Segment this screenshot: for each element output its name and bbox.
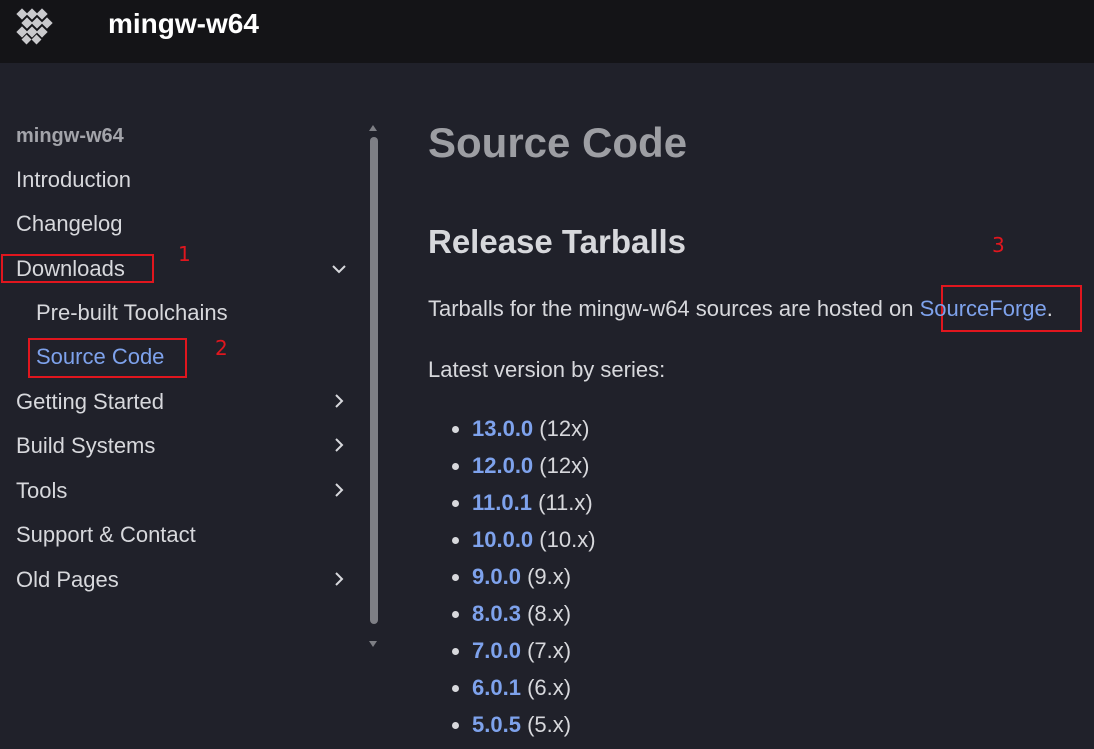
annotation-number-1: 1 [178,242,191,266]
scroll-up-arrow-icon[interactable] [369,125,377,131]
top-bar: mingw-w64 [0,0,1094,63]
version-series: (9.x) [527,564,572,589]
version-series: (5.x) [527,712,572,737]
version-link[interactable]: 8.0.3 [472,601,521,626]
version-list: 13.0.0 (12x) 12.0.0 (12x) 11.0.1 (11.x) … [450,414,596,747]
list-item: 6.0.1 (6.x) [450,673,596,710]
sidebar-item-support-contact[interactable]: Support & Contact [16,521,196,549]
version-link[interactable]: 12.0.0 [472,453,533,478]
version-link[interactable]: 6.0.1 [472,675,521,700]
version-link[interactable]: 11.0.1 [472,490,532,515]
sidebar-item-prebuilt-toolchains[interactable]: Pre-built Toolchains [36,299,228,327]
bullet-icon [452,426,459,433]
bullet-icon [452,685,459,692]
bullet-icon [452,463,459,470]
version-series: (6.x) [527,675,572,700]
intro-paragraph: Tarballs for the mingw-w64 sources are h… [428,295,1053,323]
version-link[interactable]: 10.0.0 [472,527,533,552]
version-series: (12x) [539,416,590,441]
list-item: 7.0.0 (7.x) [450,636,596,673]
annotation-number-3: 3 [992,233,1005,257]
sourceforge-link[interactable]: SourceForge [920,296,1047,321]
intro-period: . [1046,296,1053,321]
bullet-icon [452,722,459,729]
list-item: 9.0.0 (9.x) [450,562,596,599]
list-item: 8.0.3 (8.x) [450,599,596,636]
list-item: 5.0.5 (5.x) [450,710,596,747]
chevron-right-icon[interactable] [330,570,348,588]
annotation-number-2: 2 [215,336,228,360]
bullet-icon [452,500,459,507]
annotation-box-1 [1,254,154,283]
list-item: 10.0.0 (10.x) [450,525,596,562]
chevron-down-icon[interactable] [330,260,348,278]
bullet-icon [452,611,459,618]
version-series: (7.x) [527,638,572,663]
version-link[interactable]: 13.0.0 [472,416,533,441]
series-label: Latest version by series: [428,357,666,382]
sidebar-item-old-pages[interactable]: Old Pages [16,566,119,594]
list-item: 11.0.1 (11.x) [450,488,596,525]
version-series: (11.x) [538,490,593,515]
sidebar-scrollbar[interactable] [367,123,381,653]
site-title[interactable]: mingw-w64 [108,7,259,41]
chevron-right-icon[interactable] [330,481,348,499]
version-link[interactable]: 5.0.5 [472,712,521,737]
version-series: (12x) [539,453,590,478]
page-title: Source Code [428,119,688,166]
sidebar-item-tools[interactable]: Tools [16,477,67,505]
bullet-icon [452,648,459,655]
sidebar-item-getting-started[interactable]: Getting Started [16,388,164,416]
annotation-box-2 [28,338,187,378]
version-series: (10.x) [539,527,596,552]
sidebar: mingw-w64 Introduction Changelog Downloa… [0,63,390,749]
bullet-icon [452,537,459,544]
version-link[interactable]: 9.0.0 [472,564,521,589]
version-series: (8.x) [527,601,572,626]
list-item: 12.0.0 (12x) [450,451,596,488]
scrollbar-thumb[interactable] [370,137,378,624]
intro-text: Tarballs for the mingw-w64 sources are h… [428,296,920,321]
section-title: Release Tarballs [428,223,687,260]
scroll-down-arrow-icon[interactable] [369,641,377,647]
list-item: 13.0.0 (12x) [450,414,596,451]
sidebar-header: mingw-w64 [16,125,124,147]
chevron-right-icon[interactable] [330,436,348,454]
sidebar-item-build-systems[interactable]: Build Systems [16,432,155,460]
chevron-right-icon[interactable] [330,392,348,410]
bullet-icon [452,574,459,581]
sidebar-item-introduction[interactable]: Introduction [16,166,131,194]
sidebar-item-changelog[interactable]: Changelog [16,210,122,238]
version-link[interactable]: 7.0.0 [472,638,521,663]
mingw-logo-icon[interactable] [15,6,57,46]
